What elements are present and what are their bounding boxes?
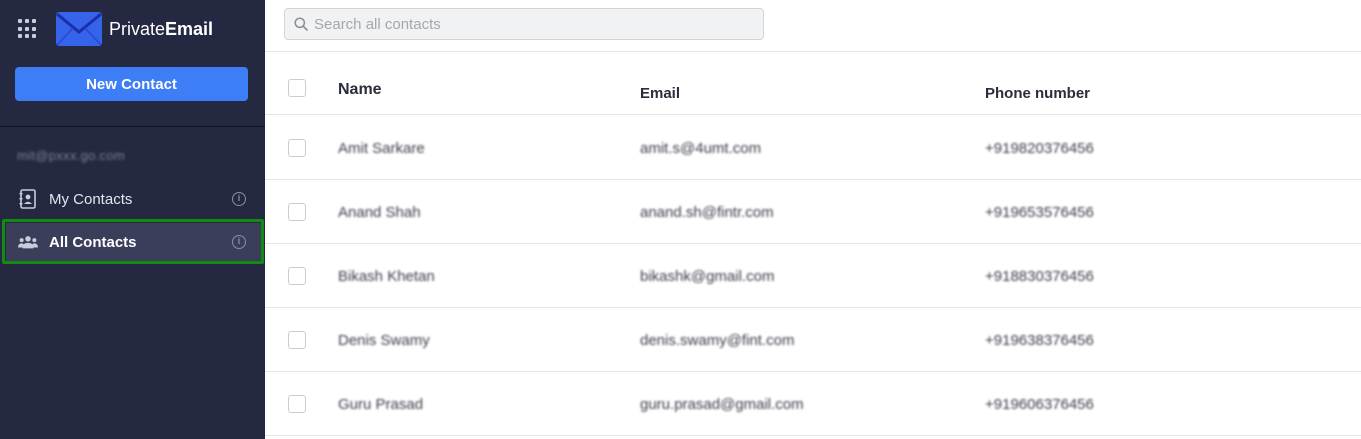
contact-email: denis.swamy@fint.com (640, 332, 795, 349)
info-icon[interactable]: i (232, 235, 246, 249)
column-header-email[interactable]: Email (640, 85, 680, 102)
address-book-icon (18, 189, 38, 209)
account-email: mit@pxxx.go.com (17, 148, 125, 163)
contact-phone: +919638376456 (985, 332, 1094, 349)
new-contact-button[interactable]: New Contact (15, 67, 248, 101)
table-header: Name Email Phone number (265, 52, 1361, 115)
sidebar-item-my-contacts[interactable]: My Contacts i (6, 180, 261, 218)
contact-email: bikashk@gmail.com (640, 268, 775, 285)
brand-name: PrivateEmail (109, 18, 214, 39)
contact-name: Guru Prasad (338, 396, 424, 413)
row-checkbox[interactable] (288, 139, 306, 157)
contact-name: Denis Swamy (338, 332, 430, 349)
app-logo: PrivateEmail (55, 11, 213, 47)
sidebar-divider (0, 126, 265, 127)
row-checkbox[interactable] (288, 395, 306, 413)
table-row[interactable]: Denis Swamy denis.swamy@fint.com +919638… (265, 308, 1361, 372)
contact-phone: +919606376456 (985, 396, 1094, 413)
sidebar-item-all-contacts[interactable]: All Contacts i (6, 223, 261, 261)
contact-email: amit.s@4umt.com (640, 140, 762, 157)
info-icon[interactable]: i (232, 192, 246, 206)
select-all-checkbox[interactable] (288, 79, 306, 97)
table-row[interactable]: Amit Sarkare amit.s@4umt.com +9198203764… (265, 116, 1361, 180)
main-content: Name Email Phone number Amit Sarkare ami… (265, 0, 1361, 439)
column-header-name[interactable]: Name (338, 81, 382, 99)
apps-grid-icon[interactable] (18, 19, 38, 39)
search-input[interactable] (314, 9, 754, 39)
contact-phone: +919820376456 (985, 140, 1094, 157)
row-checkbox[interactable] (288, 203, 306, 221)
sidebar-item-label: My Contacts (49, 190, 133, 208)
table-row[interactable]: Guru Prasad guru.prasad@gmail.com +91960… (265, 372, 1361, 436)
sidebar-item-label: All Contacts (49, 233, 137, 251)
contact-name: Amit Sarkare (338, 140, 425, 157)
contact-email: anand.sh@fintr.com (640, 204, 774, 221)
contact-phone: +918830376456 (985, 268, 1094, 285)
envelope-logo-icon (56, 12, 102, 46)
table-row[interactable]: Anand Shah anand.sh@fintr.com +919653576… (265, 180, 1361, 244)
row-checkbox[interactable] (288, 331, 306, 349)
sidebar: PrivateEmail New Contact mit@pxxx.go.com… (0, 0, 265, 439)
row-checkbox[interactable] (288, 267, 306, 285)
contact-phone: +919653576456 (985, 204, 1094, 221)
people-group-icon (18, 232, 38, 252)
column-header-phone[interactable]: Phone number (985, 85, 1090, 102)
contact-name: Anand Shah (338, 204, 421, 221)
table-row[interactable]: Bikash Khetan bikashk@gmail.com +9188303… (265, 244, 1361, 308)
search-box[interactable] (284, 8, 764, 40)
search-icon (294, 17, 308, 31)
contact-name: Bikash Khetan (338, 268, 435, 285)
contact-email: guru.prasad@gmail.com (640, 396, 804, 413)
topbar (265, 0, 1361, 52)
